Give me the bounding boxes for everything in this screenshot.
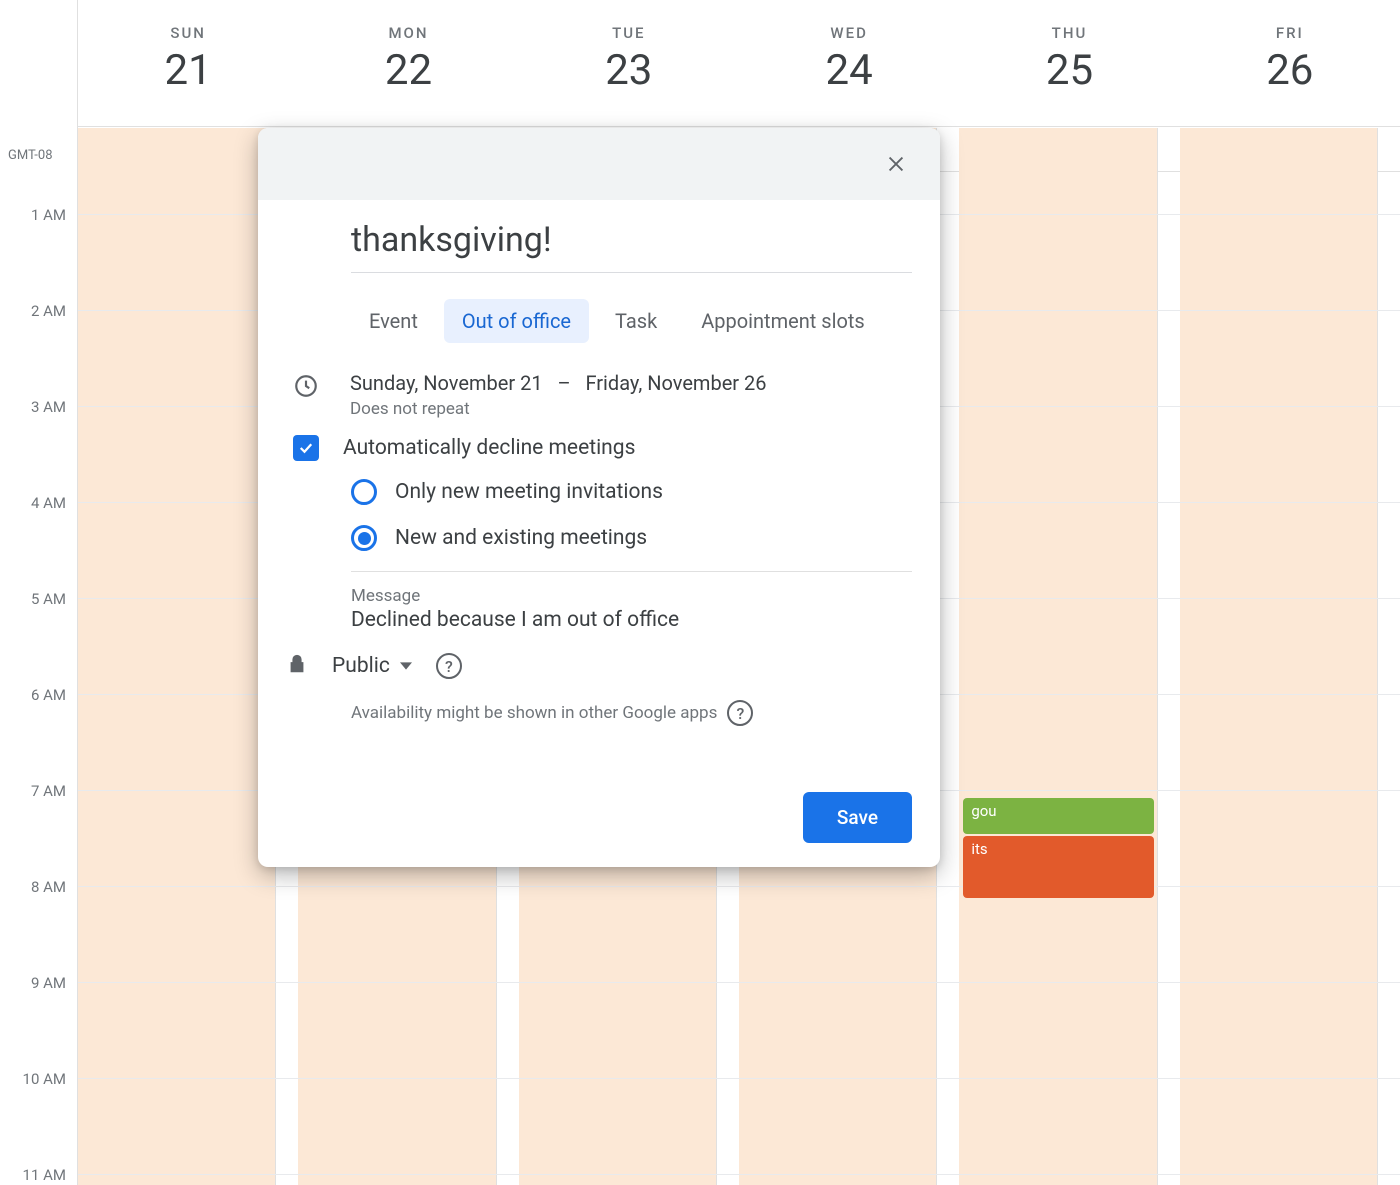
day-header-sun[interactable]: SUN 21	[78, 12, 298, 126]
radio-icon	[351, 525, 377, 551]
radio-label: New and existing meetings	[395, 526, 647, 550]
message-field-label: Message	[351, 586, 912, 606]
hour-label: 11 AM	[12, 1166, 66, 1184]
visibility-value: Public	[332, 654, 390, 678]
date-range-button[interactable]: Sunday, November 21 – Friday, November 2…	[350, 371, 912, 419]
day-headers: SUN 21MON 22TUE 23WED 24THU 25FRI 26	[78, 12, 1400, 127]
divider	[351, 571, 912, 572]
day-number: 22	[298, 46, 518, 95]
start-date: Sunday, November 21	[350, 371, 543, 395]
day-column[interactable]	[1180, 128, 1378, 1185]
event-editor-modal: EventOut of officeTaskAppointment slots …	[258, 128, 940, 867]
day-number: 26	[1180, 46, 1400, 95]
hour-label: 4 AM	[12, 494, 66, 512]
repeat-label: Does not repeat	[350, 399, 912, 419]
calendar-event[interactable]: gou	[963, 798, 1153, 834]
checkmark-icon	[297, 439, 315, 457]
message-field-value: Declined because I am out of office	[351, 608, 912, 632]
modal-footer: Save	[258, 792, 940, 867]
day-number: 25	[959, 46, 1179, 95]
modal-body: EventOut of officeTaskAppointment slots …	[258, 200, 940, 792]
end-date: Friday, November 26	[585, 371, 766, 395]
radio-icon	[351, 479, 377, 505]
day-number: 23	[519, 46, 739, 95]
day-name: TUE	[519, 24, 739, 42]
lock-icon	[286, 652, 308, 676]
tab-task[interactable]: Task	[597, 299, 675, 343]
availability-note: Availability might be shown in other Goo…	[351, 700, 912, 726]
date-separator: –	[557, 371, 570, 395]
auto-decline-checkbox-row[interactable]: Automatically decline meetings	[286, 435, 912, 461]
day-name: THU	[959, 24, 1179, 42]
hour-label: 7 AM	[12, 782, 66, 800]
help-icon[interactable]: ?	[436, 653, 462, 679]
hour-line	[78, 982, 1400, 983]
hour-line	[78, 886, 1400, 887]
close-icon	[885, 153, 907, 175]
day-header-mon[interactable]: MON 22	[298, 12, 518, 126]
tab-out-of-office[interactable]: Out of office	[444, 299, 589, 343]
chevron-down-icon	[400, 660, 412, 672]
tab-event[interactable]: Event	[351, 299, 436, 343]
event-type-tabs: EventOut of officeTaskAppointment slots	[351, 299, 912, 343]
visibility-row: Public ?	[286, 652, 912, 680]
day-header-fri[interactable]: FRI 26	[1180, 12, 1400, 126]
visibility-dropdown[interactable]: Public	[332, 654, 412, 678]
timezone-column: GMT-08 1 AM 2 AM 3 AM 4 AM 5 AM 6 AM 7 AM 8 AM 9…	[0, 0, 78, 1185]
day-name: MON	[298, 24, 518, 42]
hour-line	[78, 1078, 1400, 1079]
day-name: SUN	[78, 24, 298, 42]
decline-radio-group: Only new meeting invitations New and exis…	[351, 479, 912, 551]
auto-decline-label: Automatically decline meetings	[343, 436, 635, 460]
day-header-tue[interactable]: TUE 23	[519, 12, 739, 126]
modal-header	[258, 128, 940, 200]
hour-label: 2 AM	[12, 302, 66, 320]
decline-radio-option[interactable]: Only new meeting invitations	[351, 479, 912, 505]
hour-label: 3 AM	[12, 398, 66, 416]
timezone-label: GMT-08	[8, 148, 53, 163]
day-header-wed[interactable]: WED 24	[739, 12, 959, 126]
hour-label: 1 AM	[12, 206, 66, 224]
save-button[interactable]: Save	[803, 792, 912, 843]
hour-label: 5 AM	[12, 590, 66, 608]
day-column[interactable]	[959, 128, 1157, 1185]
hour-label: 9 AM	[12, 974, 66, 992]
day-header-thu[interactable]: THU 25	[959, 12, 1179, 126]
close-button[interactable]	[876, 144, 916, 184]
hour-label: 8 AM	[12, 878, 66, 896]
tab-appointment-slots[interactable]: Appointment slots	[683, 299, 883, 343]
clock-icon	[293, 373, 319, 399]
date-row: Sunday, November 21 – Friday, November 2…	[286, 371, 912, 419]
help-icon[interactable]: ?	[727, 700, 753, 726]
day-number: 24	[739, 46, 959, 95]
day-number: 21	[78, 46, 298, 95]
radio-label: Only new meeting invitations	[395, 480, 663, 504]
hour-label: 10 AM	[12, 1070, 66, 1088]
day-name: WED	[739, 24, 959, 42]
event-title-input[interactable]	[351, 212, 912, 273]
day-name: FRI	[1180, 24, 1400, 42]
hour-label: 6 AM	[12, 686, 66, 704]
decline-message-section[interactable]: Message Declined because I am out of off…	[351, 586, 912, 632]
day-column[interactable]	[78, 128, 276, 1185]
hour-line	[78, 1174, 1400, 1175]
decline-radio-option[interactable]: New and existing meetings	[351, 525, 912, 551]
calendar-event[interactable]: its	[963, 836, 1153, 898]
auto-decline-checkbox[interactable]	[293, 435, 319, 461]
